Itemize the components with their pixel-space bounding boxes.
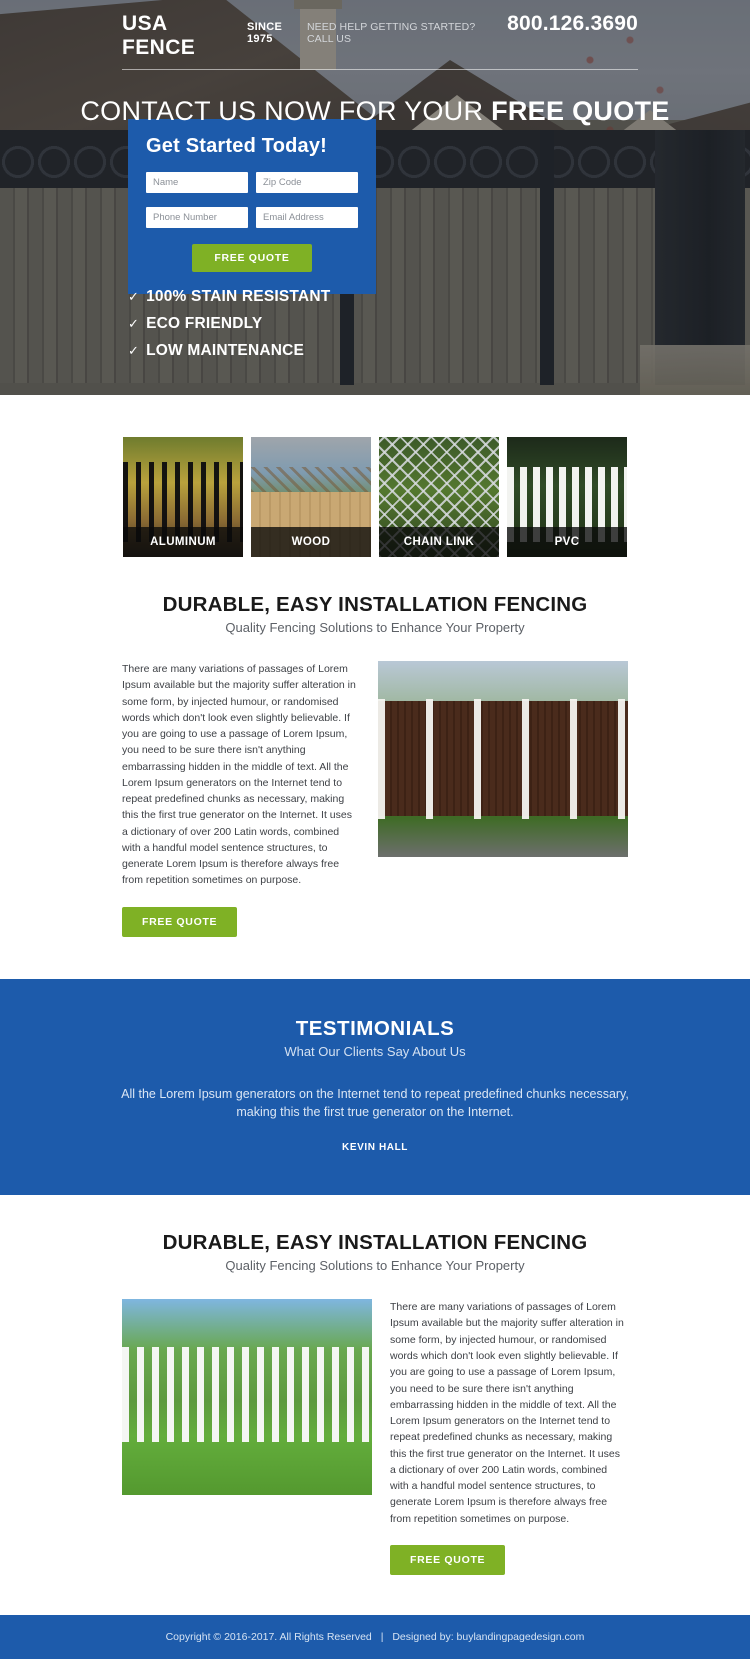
help-text: NEED HELP GETTING STARTED? CALL US xyxy=(306,21,476,45)
hero-free-quote-button[interactable]: FREE QUOTE xyxy=(192,244,312,272)
section-two-text-column: There are many variations of passages of… xyxy=(390,1299,628,1575)
quote-form-card: Get Started Today! FREE QUOTE xyxy=(128,119,376,294)
section-one-header: DURABLE, EASY INSTALLATION FENCING Quali… xyxy=(0,593,750,635)
landing-page: USA FENCE SINCE 1975 NEED HELP GETTING S… xyxy=(0,0,750,1659)
category-card-aluminum[interactable]: ALUMINUM xyxy=(123,437,243,557)
section-one-free-quote-button[interactable]: FREE QUOTE xyxy=(122,906,238,937)
category-card-wood[interactable]: WOOD xyxy=(251,437,371,557)
email-address-input[interactable] xyxy=(256,207,358,228)
brown-fence-photo xyxy=(378,661,628,857)
section-two-subtitle: Quality Fencing Solutions to Enhance You… xyxy=(225,1258,525,1274)
name-input[interactable] xyxy=(146,172,248,193)
section-one: DURABLE, EASY INSTALLATION FENCING Quali… xyxy=(0,557,750,937)
section-one-image xyxy=(378,661,628,857)
benefit-item: ✓ LOW MAINTENANCE xyxy=(128,342,330,360)
brand-tagline: SINCE 1975 xyxy=(247,21,283,45)
section-two-free-quote-button[interactable]: FREE QUOTE xyxy=(390,1544,506,1575)
check-icon: ✓ xyxy=(128,289,140,304)
footer-designed-by[interactable]: Designed by: buylandingpagedesign.com xyxy=(392,1631,584,1643)
benefit-item: ✓ 100% STAIN RESISTANT xyxy=(128,288,330,306)
phone-number[interactable]: 800.126.3690 xyxy=(507,12,638,36)
section-two-image xyxy=(122,1299,372,1496)
section-two-paragraph: There are many variations of passages of… xyxy=(390,1301,624,1525)
section-two: DURABLE, EASY INSTALLATION FENCING Quali… xyxy=(0,1195,750,1575)
quote-form-title: Get Started Today! xyxy=(146,135,328,157)
testimonial-quote: All the Lorem Ipsum generators on the In… xyxy=(121,1086,629,1120)
phone-number-input[interactable] xyxy=(146,207,248,228)
hero-section: USA FENCE SINCE 1975 NEED HELP GETTING S… xyxy=(0,0,750,395)
footer-copyright: Copyright © 2016-2017. All Rights Reserv… xyxy=(165,1630,372,1643)
form-row-two xyxy=(146,207,358,228)
section-two-body: There are many variations of passages of… xyxy=(122,1299,628,1575)
site-footer: Copyright © 2016-2017. All Rights Reserv… xyxy=(0,1614,750,1659)
benefit-item: ✓ ECO FRIENDLY xyxy=(128,315,330,333)
hero-headline-bold: FREE QUOTE xyxy=(491,96,670,126)
section-one-subtitle: Quality Fencing Solutions to Enhance You… xyxy=(225,620,525,635)
form-row-one xyxy=(146,172,358,193)
section-one-paragraph: There are many variations of passages of… xyxy=(122,663,356,887)
category-label: CHAIN LINK xyxy=(379,527,499,557)
category-card-chain-link[interactable]: CHAIN LINK xyxy=(379,437,499,557)
benefit-label: LOW MAINTENANCE xyxy=(146,342,305,359)
benefit-label: 100% STAIN RESISTANT xyxy=(146,288,331,305)
testimonials-subtitle: What Our Clients Say About Us xyxy=(284,1043,466,1059)
check-icon: ✓ xyxy=(128,316,140,331)
category-label: ALUMINUM xyxy=(123,527,243,557)
footer-separator: | xyxy=(380,1630,384,1643)
section-one-body: There are many variations of passages of… xyxy=(122,661,628,937)
benefits-list: ✓ 100% STAIN RESISTANT ✓ ECO FRIENDLY ✓ LOW… xyxy=(128,288,330,369)
section-two-title: DURABLE, EASY INSTALLATION FENCING xyxy=(162,1231,588,1255)
testimonials-section: TESTIMONIALS What Our Clients Say About … xyxy=(0,978,750,1196)
testimonials-title: TESTIMONIALS xyxy=(295,1016,455,1040)
header-divider xyxy=(122,69,638,70)
section-one-title: DURABLE, EASY INSTALLATION FENCING xyxy=(162,593,588,616)
brand-logo[interactable]: USA FENCE xyxy=(122,12,238,60)
section-one-cta-wrap: FREE QUOTE xyxy=(122,889,360,937)
hero-headline: CONTACT US NOW FOR YOUR FREE QUOTE xyxy=(0,96,750,127)
testimonial-author: KEVIN HALL xyxy=(342,1142,408,1154)
category-label: PVC xyxy=(507,527,627,557)
fence-category-gallery: ALUMINUM WOOD CHAIN LINK PVC xyxy=(0,395,750,557)
hero-headline-light: CONTACT US NOW FOR YOUR xyxy=(80,96,492,126)
check-icon: ✓ xyxy=(128,343,140,358)
section-one-text-column: There are many variations of passages of… xyxy=(122,661,360,937)
site-header: USA FENCE SINCE 1975 NEED HELP GETTING S… xyxy=(0,0,750,60)
white-picket-fence-photo xyxy=(122,1299,372,1496)
section-two-cta-wrap: FREE QUOTE xyxy=(390,1527,628,1575)
zip-code-input[interactable] xyxy=(256,172,358,193)
category-card-pvc[interactable]: PVC xyxy=(507,437,627,557)
benefit-label: ECO FRIENDLY xyxy=(146,315,263,332)
section-two-header: DURABLE, EASY INSTALLATION FENCING Quali… xyxy=(0,1231,750,1273)
category-label: WOOD xyxy=(251,527,371,557)
